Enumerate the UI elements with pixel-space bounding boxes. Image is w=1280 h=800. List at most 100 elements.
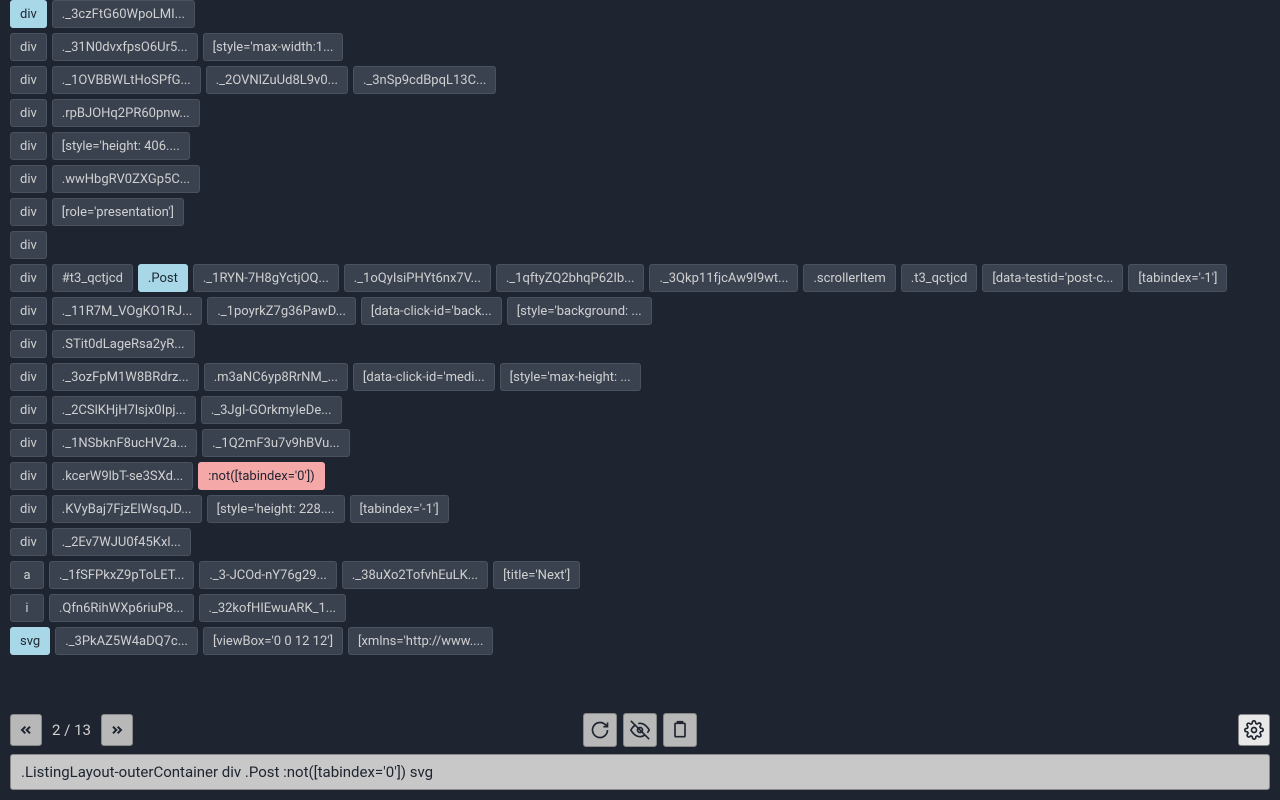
selector-chip[interactable]: [style='height: 406.... (52, 132, 190, 160)
selector-chip[interactable]: .kcerW9lbT-se3SXd... (52, 462, 193, 490)
selector-chip[interactable]: #t3_qctjcd (52, 264, 133, 292)
selector-chip[interactable]: .m3aNC6yp8RrNM_... (204, 363, 348, 391)
selector-chip[interactable]: ._1Q2mF3u7v9hBVu... (202, 429, 349, 457)
selector-chip[interactable]: .wwHbgRV0ZXGp5C... (52, 165, 200, 193)
refresh-button[interactable] (583, 713, 617, 747)
eye-off-icon (630, 720, 650, 740)
selector-chip[interactable]: .KVyBaj7FjzElWsqJD... (52, 495, 202, 523)
tree-row: div._1OVBBWLtHoSPfG...._2OVNlZuUd8L9v0..… (10, 66, 1270, 94)
tree-row: div._11R7M_VOgKO1RJ...._1poyrkZ7g36PawD.… (10, 297, 1270, 325)
selector-chip[interactable]: :not([tabindex='0']) (198, 462, 325, 490)
tree-row: div[role='presentation'] (10, 198, 1270, 226)
tag-chip[interactable]: a (10, 561, 44, 589)
tree-row: div._3ozFpM1W8BRdrz....m3aNC6yp8RrNM_...… (10, 363, 1270, 391)
tag-chip[interactable]: div (10, 198, 47, 226)
tag-chip[interactable]: div (10, 363, 47, 391)
selector-chip[interactable]: ._3JgI-GOrkmyIeDe... (201, 396, 342, 424)
tree-row: a._1fSFPkxZ9pToLET...._3-JCOd-nY76g29...… (10, 561, 1270, 589)
selector-chip[interactable]: ._1poyrkZ7g36PawD... (207, 297, 356, 325)
next-button[interactable] (101, 714, 133, 746)
selector-chip[interactable]: .Qfn6RihWXp6riuP8... (49, 594, 194, 622)
page-total: 13 (74, 721, 91, 739)
tag-chip[interactable]: div (10, 429, 47, 457)
selector-chip[interactable]: .scrollerItem (803, 264, 895, 292)
tree-row: i.Qfn6RihWXp6riuP8...._32kofHIEwuARK_1..… (10, 594, 1270, 622)
selector-chip[interactable]: ._3-JCOd-nY76g29... (199, 561, 337, 589)
tree-row: div._31N0dvxfpsO6Ur5...[style='max-width… (10, 33, 1270, 61)
tag-chip[interactable]: div (10, 99, 47, 127)
selector-chip[interactable]: ._2Ev7WJU0f45Kxl... (52, 528, 191, 556)
chevron-double-left-icon (18, 722, 34, 738)
page-indicator: 2 / 13 (52, 721, 91, 739)
tag-chip[interactable]: div (10, 297, 47, 325)
tree-row: div.wwHbgRV0ZXGp5C... (10, 165, 1270, 193)
selector-chip[interactable]: [viewBox='0 0 12 12'] (203, 627, 343, 655)
selector-chip[interactable]: ._1NSbknF8ucHV2a... (52, 429, 197, 457)
selector-chip[interactable]: ._3czFtG60WpoLMI... (52, 0, 195, 28)
tree-row: div._2Ev7WJU0f45Kxl... (10, 528, 1270, 556)
selector-chip[interactable]: ._11R7M_VOgKO1RJ... (52, 297, 203, 325)
tag-chip[interactable]: div (10, 0, 47, 28)
selector-chip[interactable]: ._31N0dvxfpsO6Ur5... (52, 33, 198, 61)
settings-button[interactable] (1238, 714, 1270, 746)
selector-chip[interactable]: .STit0dLageRsa2yR... (52, 330, 195, 358)
selector-chip[interactable]: [style='height: 228.... (207, 495, 345, 523)
selector-chip[interactable]: [style='background: ... (507, 297, 652, 325)
tree-row: div[style='height: 406.... (10, 132, 1270, 160)
prev-button[interactable] (10, 714, 42, 746)
selector-chip[interactable]: ._1fSFPkxZ9pToLET... (49, 561, 194, 589)
tag-chip[interactable]: div (10, 66, 47, 94)
controls-row: 2 / 13 (10, 714, 1270, 746)
selector-chip[interactable]: ._3Qkp11fjcAw9I9wt... (649, 264, 798, 292)
tag-chip[interactable]: div (10, 330, 47, 358)
selector-chip[interactable]: [style='max-width:1... (203, 33, 344, 61)
selector-chip[interactable]: ._3PkAZ5W4aDQ7c... (55, 627, 198, 655)
selector-chip[interactable]: ._1RYN-7H8gYctjOQ... (193, 264, 339, 292)
tag-chip[interactable]: div (10, 396, 47, 424)
selector-chip[interactable]: .Post (138, 264, 188, 292)
gear-icon (1244, 720, 1264, 740)
selector-chip[interactable]: [role='presentation'] (52, 198, 184, 226)
tree-row: div#t3_qctjcd.Post._1RYN-7H8gYctjOQ...._… (10, 264, 1270, 292)
selector-chip[interactable]: ._38uXo2TofvhEuLK... (342, 561, 488, 589)
clipboard-icon (670, 720, 690, 740)
tree-row: svg._3PkAZ5W4aDQ7c...[viewBox='0 0 12 12… (10, 627, 1270, 655)
selector-chip[interactable]: [data-click-id='back... (361, 297, 502, 325)
selector-chip[interactable]: [title='Next'] (493, 561, 580, 589)
selector-chip[interactable]: .t3_qctjcd (901, 264, 978, 292)
tag-chip[interactable]: div (10, 231, 47, 259)
selector-chip[interactable]: [tabindex='-1'] (1128, 264, 1227, 292)
page-separator: / (60, 721, 74, 739)
selector-chip[interactable]: ._2OVNlZuUd8L9v0... (206, 66, 348, 94)
chevron-double-right-icon (109, 722, 125, 738)
tag-chip[interactable]: div (10, 462, 47, 490)
selector-chip[interactable]: ._3nSp9cdBpqL13C... (353, 66, 496, 94)
tag-chip[interactable]: svg (10, 627, 50, 655)
tag-chip[interactable]: div (10, 165, 47, 193)
visibility-off-button[interactable] (623, 713, 657, 747)
selector-chip[interactable]: ._1qftyZQ2bhqP62Ib... (496, 264, 645, 292)
tag-chip[interactable]: div (10, 264, 47, 292)
selector-chip[interactable]: [data-testid='post-c... (982, 264, 1123, 292)
tree-row: div._3czFtG60WpoLMI... (10, 0, 1270, 28)
tag-chip[interactable]: div (10, 495, 47, 523)
selector-chip[interactable]: ._1OVBBWLtHoSPfG... (52, 66, 201, 94)
tag-chip[interactable]: div (10, 528, 47, 556)
selector-chip[interactable]: [data-click-id='medi... (353, 363, 495, 391)
tree-row: div.STit0dLageRsa2yR... (10, 330, 1270, 358)
selector-chip[interactable]: ._32kofHIEwuARK_1... (199, 594, 347, 622)
selector-chip[interactable]: .rpBJOHq2PR60pnw... (52, 99, 200, 127)
selector-chip[interactable]: ._1oQyIsiPHYt6nx7V... (344, 264, 491, 292)
selector-chip[interactable]: [style='max-height: ... (500, 363, 641, 391)
tag-chip[interactable]: i (10, 594, 44, 622)
clipboard-button[interactable] (663, 713, 697, 747)
selector-chip[interactable]: ._3ozFpM1W8BRdrz... (52, 363, 199, 391)
selector-chip[interactable]: ._2CSlKHjH7lsjx0Ipj... (52, 396, 196, 424)
selector-chip[interactable]: [xmlns='http://www.... (348, 627, 493, 655)
tag-chip[interactable]: div (10, 33, 47, 61)
selector-input[interactable] (10, 754, 1270, 790)
selector-tree: div._3czFtG60WpoLMI...div._31N0dvxfpsO6U… (0, 0, 1280, 700)
tag-chip[interactable]: div (10, 132, 47, 160)
selector-chip[interactable]: [tabindex='-1'] (350, 495, 449, 523)
tree-row: div.KVyBaj7FjzElWsqJD...[style='height: … (10, 495, 1270, 523)
